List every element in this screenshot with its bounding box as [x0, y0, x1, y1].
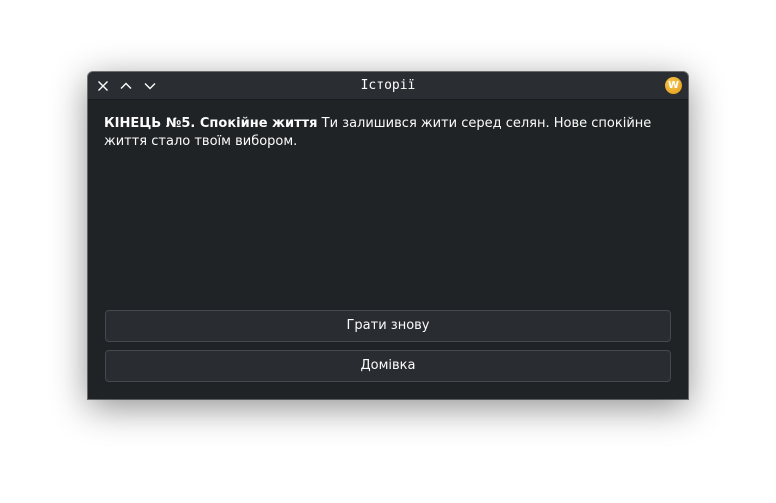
- story-window: Історії W КІНЕЦЬ №5. Спокійне життя Ти з…: [88, 72, 688, 399]
- app-icon: W: [665, 77, 682, 94]
- home-button[interactable]: Домівка: [105, 350, 671, 382]
- story-text: КІНЕЦЬ №5. Спокійне життя Ти залишився ж…: [104, 115, 664, 151]
- play-again-button[interactable]: Грати знову: [105, 310, 671, 342]
- title-bar[interactable]: Історії W: [88, 72, 688, 100]
- window-title: Історії: [360, 78, 416, 93]
- app-icon-letter: W: [667, 80, 680, 91]
- ending-heading: КІНЕЦЬ №5. Спокійне життя: [104, 116, 318, 131]
